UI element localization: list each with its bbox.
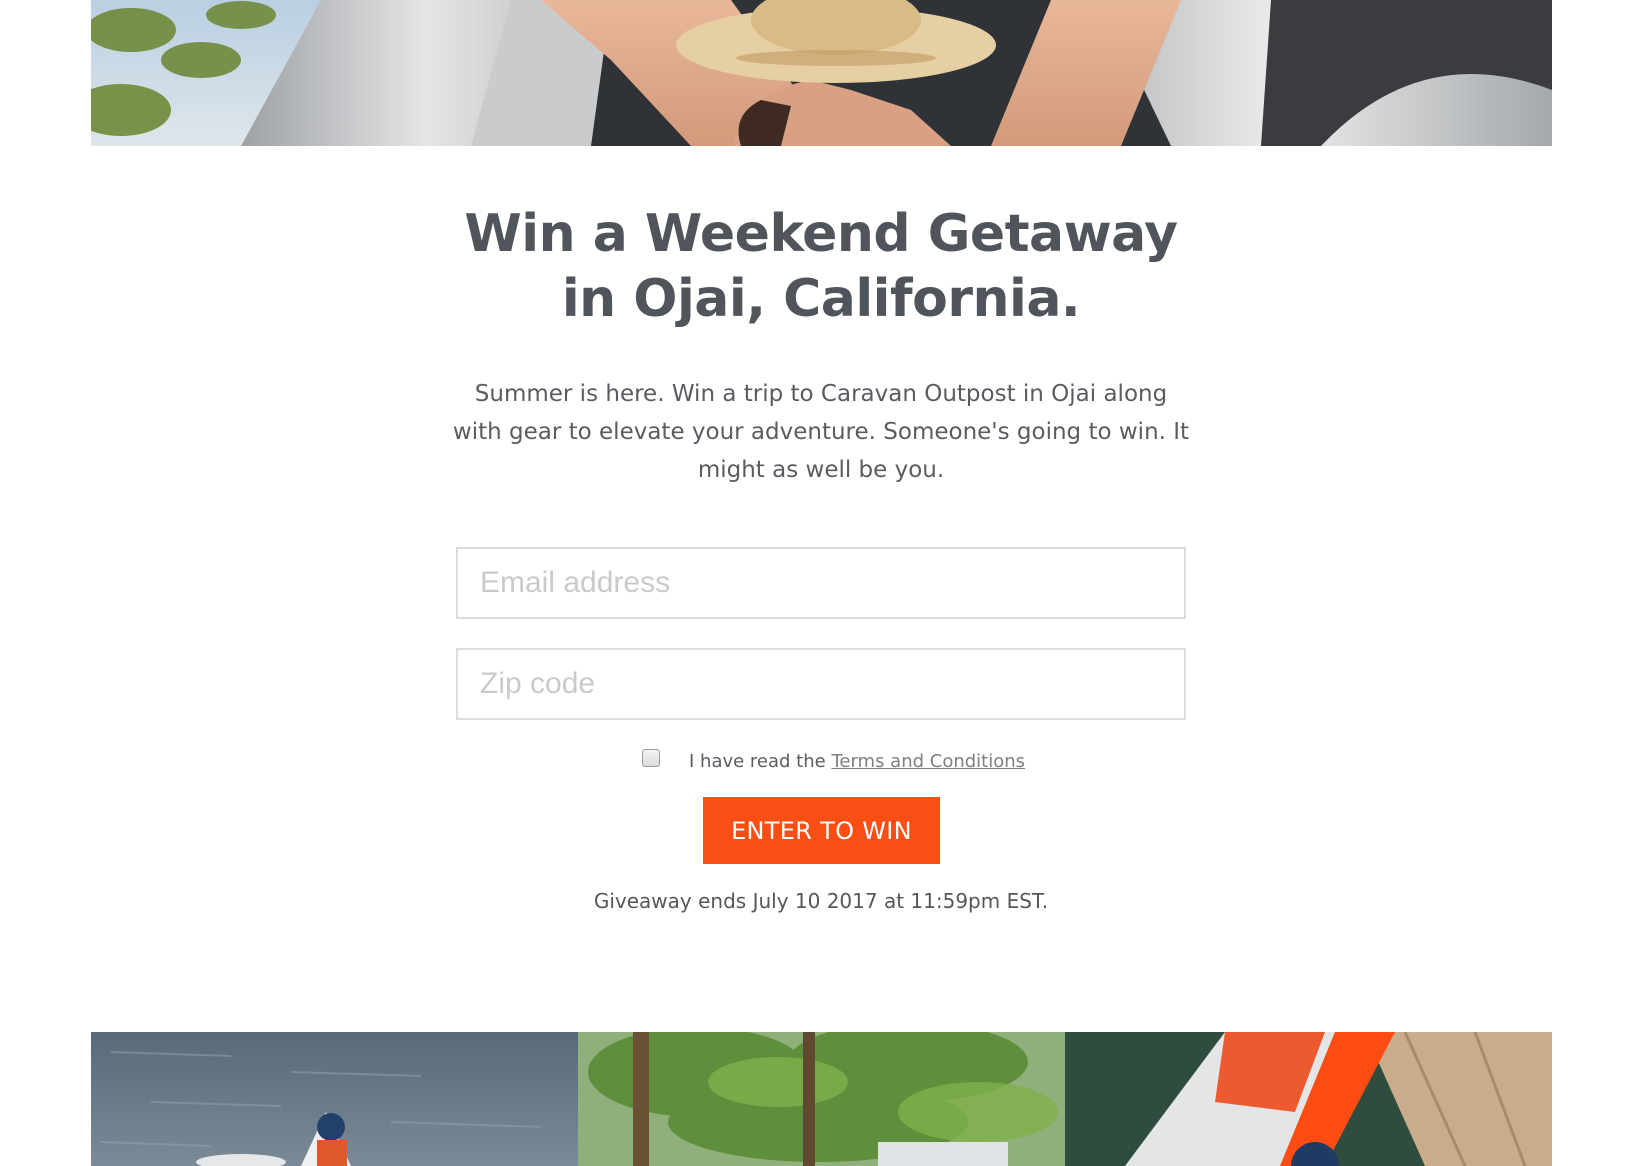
gallery-image-kayak-hammock xyxy=(1065,1032,1552,1166)
terms-label: I have read the Terms and Conditions xyxy=(689,751,1025,772)
enter-to-win-button[interactable]: ENTER TO WIN xyxy=(703,797,940,864)
terms-row: I have read the Terms and Conditions xyxy=(0,748,1642,778)
email-field[interactable] xyxy=(456,547,1186,619)
page-title: Win a Weekend Getaway in Ojai, Californi… xyxy=(0,202,1642,332)
page-title-line-2: in Ojai, California. xyxy=(561,269,1081,329)
photo-gallery xyxy=(91,1032,1552,1166)
giveaway-end-note: Giveaway ends July 10 2017 at 11:59pm ES… xyxy=(593,889,1049,913)
page: Win a Weekend Getaway in Ojai, Californi… xyxy=(0,0,1642,1166)
terms-checkbox[interactable] xyxy=(642,749,660,767)
gallery-image-kayaker xyxy=(91,1032,578,1166)
gallery-image-palm-trees xyxy=(578,1032,1065,1166)
zip-code-field[interactable] xyxy=(456,648,1186,720)
intro-text: Summer is here. Win a trip to Caravan Ou… xyxy=(452,381,1190,483)
page-title-line-1: Win a Weekend Getaway xyxy=(464,204,1178,264)
terms-and-conditions-link[interactable]: Terms and Conditions xyxy=(831,751,1025,772)
hero-image xyxy=(91,0,1552,146)
terms-label-prefix: I have read the xyxy=(689,751,832,772)
